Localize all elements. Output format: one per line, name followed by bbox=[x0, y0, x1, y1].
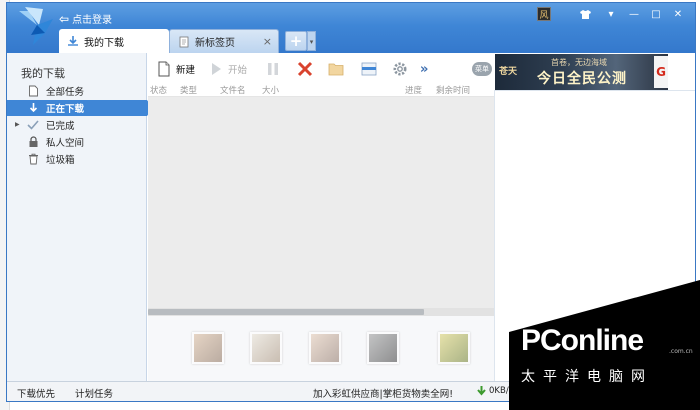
new-task-button[interactable]: 新建 bbox=[156, 60, 195, 78]
more-tools-button[interactable]: » bbox=[420, 60, 428, 78]
tab-my-downloads[interactable]: 我的下载 bbox=[59, 29, 169, 53]
sidebar-item-label: 垃圾箱 bbox=[46, 155, 75, 166]
sidebar-item-label: 正在下载 bbox=[46, 104, 85, 115]
watermark-chinese: 太平洋电脑网 bbox=[521, 369, 653, 385]
login-link[interactable]: ⇦ 点击登录 bbox=[59, 11, 113, 27]
delete-button[interactable] bbox=[297, 60, 317, 78]
watermark: PConline .com.cn 太平洋电脑网 bbox=[509, 280, 700, 410]
toolbar: 新建 开始 » 菜单 bbox=[148, 53, 494, 83]
settings-button[interactable] bbox=[392, 60, 412, 78]
add-tab-button[interactable]: + bbox=[285, 31, 307, 51]
banner-brand: 苍天 bbox=[499, 67, 518, 77]
download-tab-icon bbox=[68, 36, 78, 46]
column-header-row: 状态 类型 文件名 大小 进度 剩余时间 bbox=[148, 83, 494, 97]
tab-label: 我的下载 bbox=[84, 37, 124, 49]
status-ad-link[interactable]: 加入彩虹供应商|掌柜货物卖全网! bbox=[313, 386, 453, 400]
tab-dropdown-chevron-icon[interactable]: ▾ bbox=[307, 31, 316, 51]
close-tab-icon[interactable]: × bbox=[263, 35, 272, 48]
sidebar-item-label: 全部任务 bbox=[46, 87, 85, 98]
thumbnail-5[interactable] bbox=[438, 332, 470, 364]
column-header-status[interactable]: 状态 bbox=[150, 84, 167, 96]
column-header-filename[interactable]: 文件名 bbox=[220, 84, 246, 96]
horizontal-scrollbar[interactable] bbox=[148, 308, 494, 316]
download-task-list[interactable] bbox=[148, 97, 494, 309]
back-arrow-icon: ⇦ bbox=[59, 11, 70, 26]
start-label: 开始 bbox=[228, 65, 248, 76]
theme-shirt-icon[interactable] bbox=[577, 7, 593, 21]
title-bar: ⇦ 点击登录 我的下载 新标签页 × + ▾ 风 ▾ — □ ✕ bbox=[7, 3, 695, 53]
new-document-icon bbox=[158, 61, 170, 77]
banner-headline: 今日全民公测 bbox=[537, 71, 627, 87]
app-logo-bird-icon bbox=[19, 7, 53, 45]
sidebar-item-downloading[interactable]: 正在下载 bbox=[7, 100, 153, 116]
list-view-icon bbox=[361, 62, 377, 76]
sidebar-item-private-space[interactable]: 私人空间 bbox=[7, 134, 147, 150]
sidebar-item-all-tasks[interactable]: 全部任务 bbox=[7, 83, 147, 99]
speed-down-arrow-icon bbox=[477, 386, 486, 396]
lock-icon bbox=[27, 136, 39, 148]
watermark-domain: .com.cn bbox=[669, 348, 693, 355]
sidebar-item-trash[interactable]: 垃圾箱 bbox=[7, 151, 147, 167]
banner-logo: G bbox=[654, 56, 668, 88]
thumbnail-2[interactable] bbox=[250, 332, 282, 364]
download-arrow-icon bbox=[27, 102, 39, 114]
gear-icon bbox=[393, 62, 407, 76]
sidebar-item-label: 私人空间 bbox=[46, 138, 85, 149]
skin-button[interactable]: 风 bbox=[537, 7, 551, 21]
start-button[interactable]: 开始 bbox=[208, 60, 247, 78]
page-tab-icon bbox=[179, 36, 189, 47]
banner-subtitle: 首卷，无边海域 bbox=[551, 58, 607, 67]
scheduled-tasks-button[interactable]: 计划任务 bbox=[75, 386, 113, 400]
menu-button[interactable]: 菜单 bbox=[472, 62, 492, 76]
maximize-button[interactable]: □ bbox=[647, 7, 665, 21]
column-header-size[interactable]: 大小 bbox=[262, 84, 279, 96]
pause-button[interactable] bbox=[265, 60, 285, 78]
trash-icon bbox=[27, 153, 39, 165]
minimize-button[interactable]: — bbox=[625, 7, 643, 21]
thumbnail-1[interactable] bbox=[192, 332, 224, 364]
thumbnail-3[interactable] bbox=[309, 332, 341, 364]
main-menu-chevron-icon[interactable]: ▾ bbox=[603, 7, 619, 21]
column-header-progress[interactable]: 进度 bbox=[405, 84, 422, 96]
download-priority-button[interactable]: 下载优先 bbox=[17, 386, 55, 400]
open-folder-button[interactable] bbox=[328, 60, 348, 78]
thumbnail-4[interactable] bbox=[367, 332, 399, 364]
new-task-label: 新建 bbox=[176, 65, 196, 76]
recommended-thumbnails bbox=[148, 316, 494, 381]
tab-label: 新标签页 bbox=[195, 38, 235, 49]
sidebar: 我的下载 全部任务 正在下载 ▶ 已完成 私人空间 垃圾箱 bbox=[7, 53, 153, 381]
sidebar-item-label: 已完成 bbox=[46, 121, 75, 132]
pause-icon bbox=[268, 63, 278, 75]
scrollbar-thumb[interactable] bbox=[148, 309, 424, 315]
document-icon bbox=[27, 85, 39, 97]
play-icon bbox=[212, 63, 221, 75]
column-header-type[interactable]: 类型 bbox=[180, 84, 197, 96]
folder-icon bbox=[328, 63, 344, 76]
tab-new-tab[interactable]: 新标签页 × bbox=[169, 29, 279, 53]
login-label: 点击登录 bbox=[72, 15, 113, 26]
sidebar-item-completed[interactable]: 已完成 bbox=[7, 117, 147, 133]
watermark-logo-text: PConline bbox=[521, 324, 644, 357]
close-button[interactable]: ✕ bbox=[669, 7, 687, 21]
view-list-button[interactable] bbox=[361, 60, 381, 78]
sidebar-title: 我的下载 bbox=[21, 67, 65, 80]
column-header-remaining-time[interactable]: 剩余时间 bbox=[436, 84, 470, 96]
ad-banner[interactable]: 苍天 首卷，无边海域 今日全民公测 G bbox=[495, 54, 668, 90]
check-icon bbox=[27, 119, 39, 131]
delete-x-icon bbox=[297, 61, 313, 77]
